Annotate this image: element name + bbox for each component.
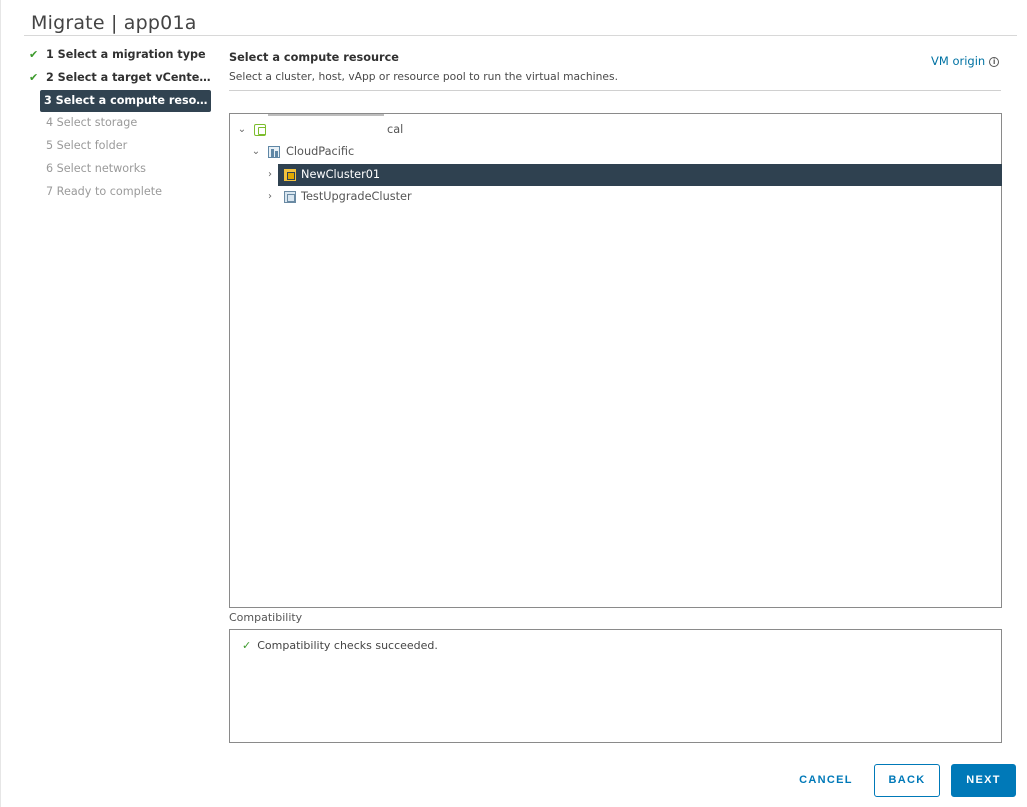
step-migration-type[interactable]: ✔ 1 Select a migration type xyxy=(24,44,216,67)
tree-node-cluster-selected[interactable]: › NewCluster01 xyxy=(268,164,1002,186)
back-button[interactable]: BACK xyxy=(874,764,940,797)
step-networks: 6 Select networks xyxy=(24,158,216,181)
step-storage: 4 Select storage xyxy=(24,112,216,135)
vm-origin-label: VM origin xyxy=(931,54,986,68)
tree-scroll-indicator xyxy=(268,114,384,116)
cluster-icon xyxy=(284,169,296,181)
compatibility-panel: ✓ Compatibility checks succeeded. xyxy=(229,629,1002,743)
title-divider xyxy=(24,35,1017,36)
compatibility-label: Compatibility xyxy=(229,611,303,624)
tree-node-label: cal xyxy=(387,123,404,136)
step-target-vcenter[interactable]: ✔ 2 Select a target vCenter S... xyxy=(24,67,216,90)
step-ready: 7 Ready to complete xyxy=(24,181,216,204)
step-compute-resource[interactable]: 3 Select a compute resource xyxy=(40,89,211,113)
chevron-right-icon[interactable]: › xyxy=(264,164,276,186)
tree-node-datacenter[interactable]: ⌄ CloudPacific xyxy=(230,141,530,163)
tree-node-label: CloudPacific xyxy=(286,145,355,158)
chevron-down-icon[interactable]: ⌄ xyxy=(250,141,262,163)
header-divider xyxy=(229,90,1001,91)
step-label: 7 Ready to complete xyxy=(46,184,163,198)
tree-node-label: NewCluster01 xyxy=(301,168,381,181)
tree-node-label: TestUpgradeCluster xyxy=(301,190,412,203)
step-label: 4 Select storage xyxy=(46,116,138,130)
vcenter-icon xyxy=(254,124,266,136)
cluster-icon xyxy=(284,191,296,203)
wizard-steps: ✔ 1 Select a migration type ✔ 2 Select a… xyxy=(24,44,216,204)
step-label: 6 Select networks xyxy=(46,161,147,175)
page-subtitle: Select a cluster, host, vApp or resource… xyxy=(229,70,618,83)
compute-resource-tree[interactable]: ⌄ cal ⌄ CloudPacific › NewCluster01 › Te… xyxy=(229,113,1002,608)
window-title: Migrate | app01a xyxy=(31,12,197,34)
next-button[interactable]: NEXT xyxy=(951,764,1016,797)
step-label: 2 Select a target vCenter S... xyxy=(46,70,216,84)
tree-node-vcenter[interactable]: ⌄ cal xyxy=(230,119,530,141)
datacenter-icon xyxy=(268,146,280,158)
step-label: 3 Select a compute resource xyxy=(44,93,211,107)
window-left-border xyxy=(0,0,1,807)
page-title: Select a compute resource xyxy=(229,51,399,64)
chevron-right-icon[interactable]: › xyxy=(264,186,276,208)
check-icon: ✓ xyxy=(242,639,252,652)
compatibility-message: ✓ Compatibility checks succeeded. xyxy=(242,639,438,652)
info-icon: i xyxy=(989,57,1000,67)
vm-origin-link[interactable]: VM origin i xyxy=(931,54,1000,68)
step-folder: 5 Select folder xyxy=(24,135,216,158)
step-label: 1 Select a migration type xyxy=(46,48,206,61)
check-icon: ✔ xyxy=(29,48,39,61)
tree-node-cluster[interactable]: › TestUpgradeCluster xyxy=(230,186,530,208)
cancel-button[interactable]: CANCEL xyxy=(792,764,860,797)
compatibility-text: Compatibility checks succeeded. xyxy=(257,639,438,652)
check-icon: ✔ xyxy=(29,70,39,84)
chevron-down-icon[interactable]: ⌄ xyxy=(236,119,248,141)
step-label: 5 Select folder xyxy=(46,139,128,153)
